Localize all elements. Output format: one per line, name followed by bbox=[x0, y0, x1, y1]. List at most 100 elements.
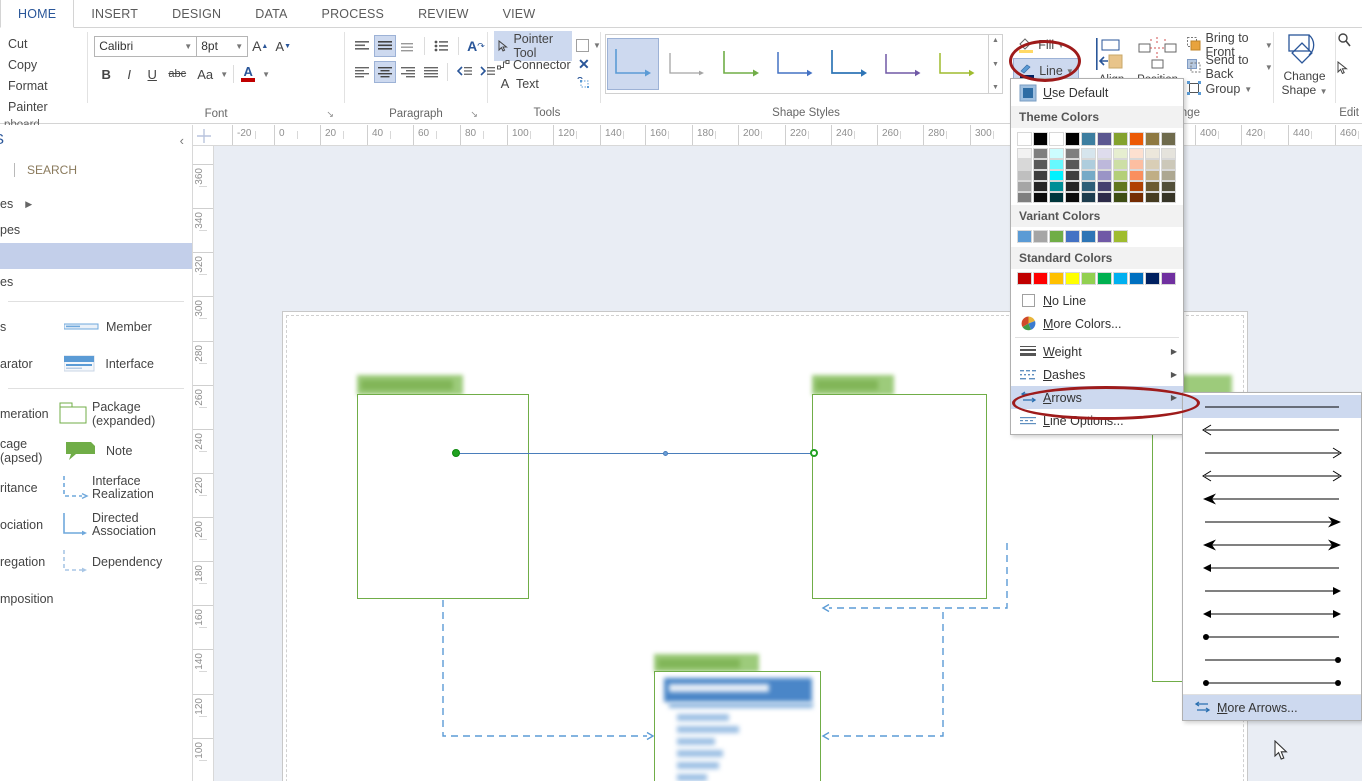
theme-colors-grid[interactable] bbox=[1011, 128, 1183, 205]
theme-color-swatch[interactable] bbox=[1097, 159, 1112, 170]
standard-color-swatch[interactable] bbox=[1049, 272, 1064, 285]
chevron-down-icon[interactable]: ▼ bbox=[1066, 67, 1074, 76]
text-tool-button[interactable]: A Text bbox=[494, 75, 572, 92]
shape-list-item[interactable]: ociation Directed Association bbox=[0, 506, 192, 543]
bullets-button[interactable] bbox=[431, 35, 453, 57]
theme-color-swatch[interactable] bbox=[1129, 148, 1144, 159]
theme-color-swatch[interactable] bbox=[1017, 132, 1032, 146]
shape-list-item[interactable]: cage (apsed) Note bbox=[0, 432, 192, 469]
theme-color-swatch[interactable] bbox=[1161, 159, 1176, 170]
use-default-item[interactable]: Use Default bbox=[1011, 80, 1183, 106]
arrow-style-small-arrow-end[interactable] bbox=[1183, 579, 1361, 602]
italic-button[interactable]: I bbox=[118, 63, 140, 85]
arrow-style-dot-start[interactable] bbox=[1183, 625, 1361, 648]
dashes-item[interactable]: Dashes ▶ bbox=[1011, 363, 1183, 386]
theme-color-swatch[interactable] bbox=[1161, 148, 1176, 159]
shape-style-item[interactable] bbox=[661, 38, 713, 90]
grow-font-button[interactable]: A ▲ bbox=[249, 35, 271, 57]
underline-button[interactable]: U bbox=[141, 63, 163, 85]
arrow-style-open-arrow-end[interactable] bbox=[1183, 441, 1361, 464]
arrow-style-dot-end[interactable] bbox=[1183, 648, 1361, 671]
theme-color-swatch[interactable] bbox=[1129, 159, 1144, 170]
more-arrows-item[interactable]: More Arrows... bbox=[1183, 694, 1361, 720]
variant-color-swatch[interactable] bbox=[1017, 230, 1032, 243]
cut-button[interactable]: Cut bbox=[4, 34, 27, 55]
font-family-combo[interactable]: Calibri ▼ bbox=[94, 35, 198, 57]
variant-color-swatch[interactable] bbox=[1065, 230, 1080, 243]
font-color-button[interactable]: A bbox=[239, 65, 257, 82]
no-line-item[interactable]: No Line bbox=[1011, 289, 1183, 312]
theme-color-swatch[interactable] bbox=[1161, 132, 1176, 146]
theme-color-swatch[interactable] bbox=[1065, 132, 1080, 146]
theme-color-swatch[interactable] bbox=[1017, 192, 1032, 203]
theme-color-swatch[interactable] bbox=[1129, 192, 1144, 203]
theme-color-swatch[interactable] bbox=[1065, 148, 1080, 159]
theme-color-swatch[interactable] bbox=[1161, 170, 1176, 181]
arrow-style-filled-arrow-end[interactable] bbox=[1183, 510, 1361, 533]
theme-color-swatch[interactable] bbox=[1033, 159, 1048, 170]
variant-color-swatch[interactable] bbox=[1033, 230, 1048, 243]
font-dialog-launcher-icon[interactable]: ↘ bbox=[326, 107, 334, 122]
decrease-indent-button[interactable] bbox=[454, 61, 476, 83]
theme-color-swatch[interactable] bbox=[1113, 170, 1128, 181]
arrow-style-plain-line[interactable] bbox=[1183, 395, 1361, 418]
connector-end-handle[interactable] bbox=[810, 449, 818, 457]
chevron-down-icon[interactable]: ▼ bbox=[235, 42, 243, 51]
arrow-style-filled-arrow-both[interactable] bbox=[1183, 533, 1361, 556]
arrow-style-filled-arrow-start[interactable] bbox=[1183, 487, 1361, 510]
standard-color-swatch[interactable] bbox=[1017, 272, 1032, 285]
variant-color-swatch[interactable] bbox=[1097, 230, 1112, 243]
align-center-button[interactable] bbox=[373, 61, 396, 83]
shape-list-item[interactable]: arator Interface bbox=[0, 345, 192, 382]
theme-color-swatch[interactable] bbox=[1097, 192, 1112, 203]
arrow-style-open-arrow-start[interactable] bbox=[1183, 418, 1361, 441]
group-button[interactable]: Group ▼ bbox=[1186, 78, 1273, 100]
shape-style-item[interactable] bbox=[606, 38, 659, 90]
align-bottom-button[interactable] bbox=[397, 35, 419, 57]
vertical-ruler[interactable]: 360 340 320 300 280 260 240 220 200 180 160 140 120 1… bbox=[193, 146, 214, 781]
uml-class-body-2[interactable] bbox=[812, 394, 987, 599]
theme-color-swatch[interactable] bbox=[1033, 148, 1048, 159]
arrow-style-dot-both[interactable] bbox=[1183, 671, 1361, 694]
theme-color-swatch[interactable] bbox=[1049, 159, 1064, 170]
tab-insert[interactable]: INSERT bbox=[74, 0, 155, 27]
chevron-down-icon[interactable]: ▼ bbox=[262, 70, 270, 79]
theme-color-swatch[interactable] bbox=[1161, 192, 1176, 203]
shapes-group-row-1[interactable]: es ▶ bbox=[0, 191, 192, 217]
tab-review[interactable]: REVIEW bbox=[401, 0, 486, 27]
shape-list-item[interactable]: ritance Interface Realization bbox=[0, 469, 192, 506]
theme-color-swatch[interactable] bbox=[1017, 181, 1032, 192]
connector-midpoint-handle[interactable] bbox=[663, 451, 668, 456]
chevron-down-icon[interactable]: ▼ bbox=[593, 41, 601, 50]
align-left-button[interactable] bbox=[351, 61, 373, 83]
theme-color-swatch[interactable] bbox=[1097, 181, 1112, 192]
chevron-down-icon[interactable]: ▼ bbox=[1265, 63, 1273, 72]
theme-color-swatch[interactable] bbox=[1145, 148, 1160, 159]
theme-color-swatch[interactable] bbox=[1129, 181, 1144, 192]
bold-button[interactable]: B bbox=[95, 63, 117, 85]
send-to-back-button[interactable]: Send to Back ▼ bbox=[1186, 53, 1273, 81]
shape-list-item[interactable]: mposition bbox=[0, 580, 192, 617]
font-size-combo[interactable]: 8pt ▼ bbox=[196, 35, 249, 57]
shape-style-item[interactable] bbox=[769, 38, 821, 90]
shape-preview-swatch[interactable] bbox=[575, 39, 589, 52]
weight-item[interactable]: Weight ▶ bbox=[1011, 340, 1183, 363]
arrows-item[interactable]: Arrows ▶ bbox=[1011, 386, 1183, 409]
scroll-down-icon[interactable]: ▼ bbox=[992, 61, 999, 68]
selected-connector[interactable] bbox=[456, 453, 814, 454]
format-painter-button[interactable]: Format Painter bbox=[4, 76, 87, 118]
shrink-font-button[interactable]: A ▼ bbox=[272, 35, 294, 57]
change-case-button[interactable]: Aa bbox=[191, 63, 219, 85]
close-icon[interactable]: ✕ bbox=[578, 56, 590, 73]
standard-color-swatch[interactable] bbox=[1113, 272, 1128, 285]
standard-color-swatch[interactable] bbox=[1097, 272, 1112, 285]
variant-color-swatch[interactable] bbox=[1081, 230, 1096, 243]
theme-color-swatch[interactable] bbox=[1049, 148, 1064, 159]
theme-color-swatch[interactable] bbox=[1161, 181, 1176, 192]
scroll-up-icon[interactable]: ▲ bbox=[992, 37, 999, 44]
find-icon[interactable] bbox=[1336, 32, 1352, 53]
theme-color-swatch[interactable] bbox=[1033, 132, 1048, 146]
theme-color-swatch[interactable] bbox=[1049, 192, 1064, 203]
theme-color-swatch[interactable] bbox=[1049, 181, 1064, 192]
theme-color-swatch[interactable] bbox=[1113, 159, 1128, 170]
